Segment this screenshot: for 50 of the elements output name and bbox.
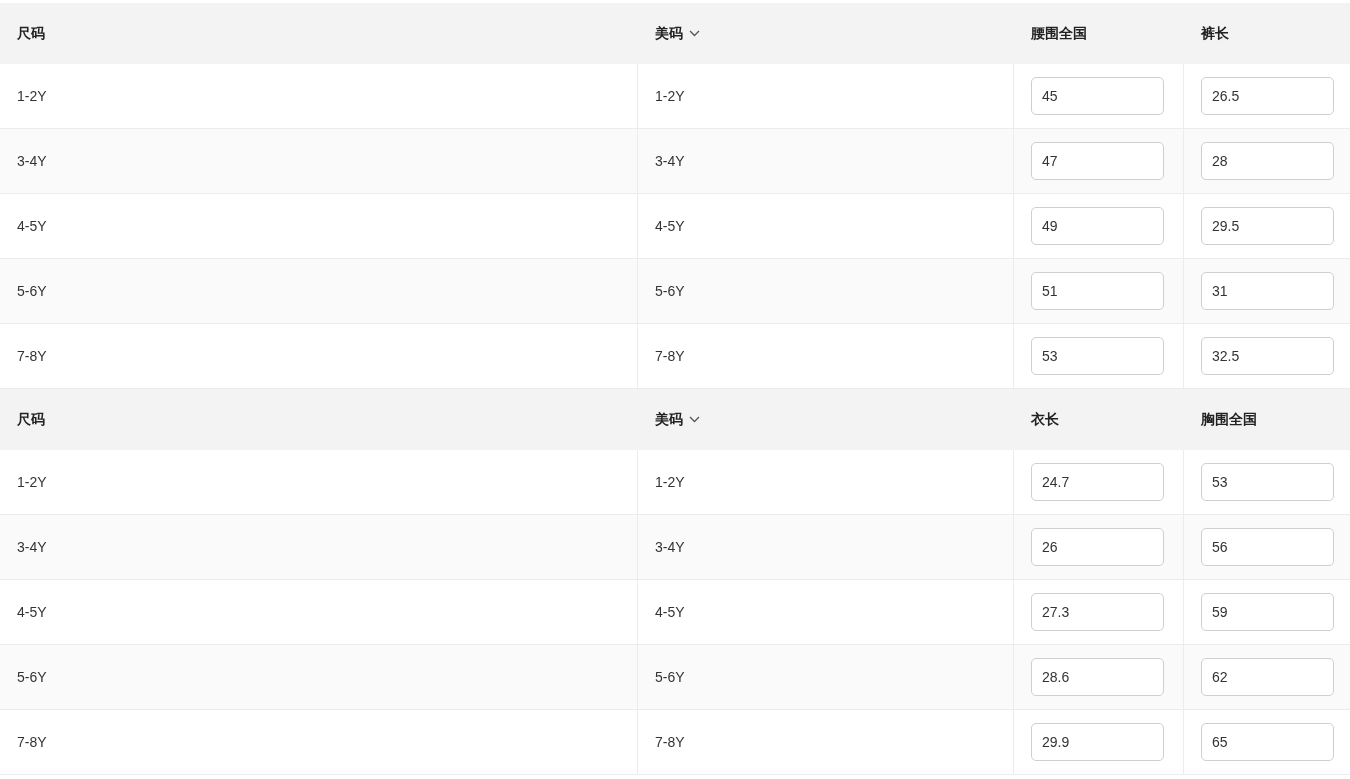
- measurement-field[interactable]: 28.6: [1031, 658, 1164, 696]
- measurement-field[interactable]: 49: [1031, 207, 1164, 245]
- column-header: 裤长: [1201, 24, 1229, 43]
- measurement-field[interactable]: 29.5: [1201, 207, 1334, 245]
- measurement-field[interactable]: 53: [1201, 463, 1334, 501]
- table-cell: 4-5Y: [655, 604, 685, 620]
- table-cell: 7-8Y: [655, 348, 685, 364]
- measurement-field[interactable]: 59: [1201, 593, 1334, 631]
- table-cell: 7-8Y: [17, 348, 47, 364]
- measurement-field[interactable]: 53: [1031, 337, 1164, 375]
- column-header: 衣长: [1031, 410, 1059, 429]
- table-cell: 3-4Y: [17, 539, 47, 555]
- column-header: 腰围全国: [1031, 24, 1087, 43]
- table-cell: 1-2Y: [17, 88, 47, 104]
- table-cell: 5-6Y: [655, 283, 685, 299]
- measurement-field[interactable]: 51: [1031, 272, 1164, 310]
- column-header: 胸围全国: [1201, 410, 1257, 429]
- column-dropdown[interactable]: 美码: [655, 410, 683, 429]
- measurement-field[interactable]: 56: [1201, 528, 1334, 566]
- measurement-field[interactable]: 29.9: [1031, 723, 1164, 761]
- measurement-field[interactable]: 62: [1201, 658, 1334, 696]
- chevron-down-icon[interactable]: [689, 30, 700, 37]
- measurement-field[interactable]: 27.3: [1031, 593, 1164, 631]
- table-cell: 3-4Y: [655, 153, 685, 169]
- measurement-field[interactable]: 26: [1031, 528, 1164, 566]
- measurement-field[interactable]: 47: [1031, 142, 1164, 180]
- measurement-field[interactable]: 65: [1201, 723, 1334, 761]
- table-cell: 5-6Y: [17, 283, 47, 299]
- measurement-field[interactable]: 28: [1201, 142, 1334, 180]
- measurement-field[interactable]: 24.7: [1031, 463, 1164, 501]
- measurement-field[interactable]: 32.5: [1201, 337, 1334, 375]
- table-cell: 1-2Y: [655, 88, 685, 104]
- table-cell: 7-8Y: [655, 734, 685, 750]
- measurement-field[interactable]: 26.5: [1201, 77, 1334, 115]
- measurement-field[interactable]: 31: [1201, 272, 1334, 310]
- table-cell: 4-5Y: [655, 218, 685, 234]
- column-header: 尺码: [17, 24, 45, 43]
- table-cell: 3-4Y: [17, 153, 47, 169]
- table-cell: 5-6Y: [17, 669, 47, 685]
- table-cell: 1-2Y: [655, 474, 685, 490]
- column-header: 尺码: [17, 410, 45, 429]
- measurement-field[interactable]: 45: [1031, 77, 1164, 115]
- table-cell: 3-4Y: [655, 539, 685, 555]
- chevron-down-icon[interactable]: [689, 416, 700, 423]
- table-cell: 4-5Y: [17, 218, 47, 234]
- table-cell: 5-6Y: [655, 669, 685, 685]
- table-cell: 4-5Y: [17, 604, 47, 620]
- table-cell: 7-8Y: [17, 734, 47, 750]
- column-dropdown[interactable]: 美码: [655, 24, 683, 43]
- table-cell: 1-2Y: [17, 474, 47, 490]
